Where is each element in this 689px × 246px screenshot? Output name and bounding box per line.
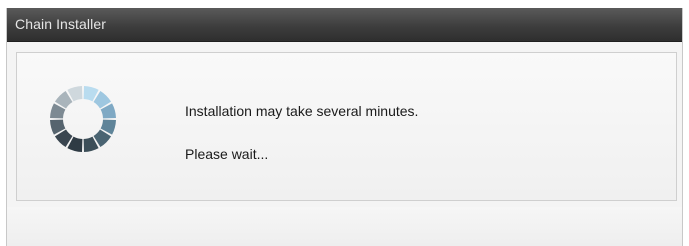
dialog-footer [7, 207, 682, 246]
progress-panel: Installation may take several minutes. P… [16, 52, 677, 201]
loading-spinner-icon [50, 86, 116, 152]
window-title: Chain Installer [15, 16, 106, 32]
installer-window: Chain Installer Installation may take se… [6, 8, 683, 246]
installation-message: Installation may take several minutes. [185, 103, 419, 119]
title-bar[interactable]: Chain Installer [7, 8, 682, 42]
please-wait-message: Please wait... [185, 146, 269, 162]
